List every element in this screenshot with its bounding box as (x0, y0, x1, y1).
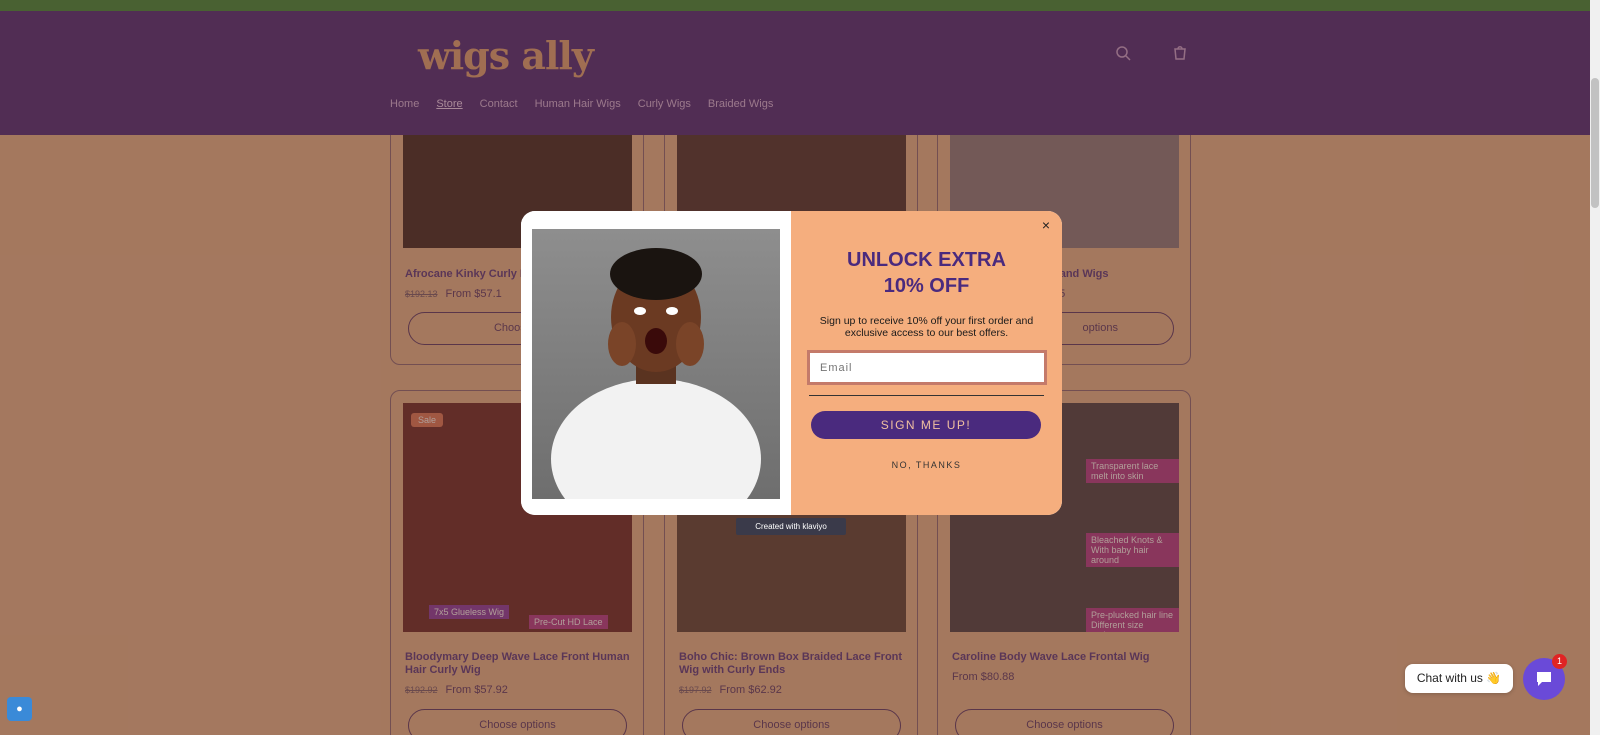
page-scrollbar[interactable] (1590, 0, 1600, 735)
popup-form-panel: × UNLOCK EXTRA 10% OFF Sign up to receiv… (791, 211, 1062, 515)
popup-headline-line2: 10% OFF (883, 275, 970, 297)
sign-me-up-button[interactable]: SIGN ME UP! (811, 411, 1041, 439)
popup-subtext: Sign up to receive 10% off your first or… (819, 315, 1034, 339)
no-thanks-link[interactable]: NO, THANKS (791, 460, 1062, 470)
popup-image-panel (521, 211, 791, 515)
close-icon[interactable]: × (1038, 217, 1054, 233)
divider (809, 395, 1044, 396)
popup-headline-line1: UNLOCK EXTRA (847, 249, 1006, 271)
email-field[interactable] (810, 353, 1044, 382)
scrollbar-thumb[interactable] (1591, 78, 1599, 208)
email-field-wrapper (807, 350, 1047, 385)
surprised-woman-photo (532, 229, 780, 499)
accessibility-chat-icon[interactable]: ● (7, 697, 32, 721)
chat-greeting[interactable]: Chat with us 👋 (1405, 664, 1513, 693)
klaviyo-badge[interactable]: Created with klaviyo (736, 518, 846, 535)
signup-popup: × UNLOCK EXTRA 10% OFF Sign up to receiv… (521, 211, 1062, 515)
chat-notification-badge: 1 (1552, 654, 1567, 669)
